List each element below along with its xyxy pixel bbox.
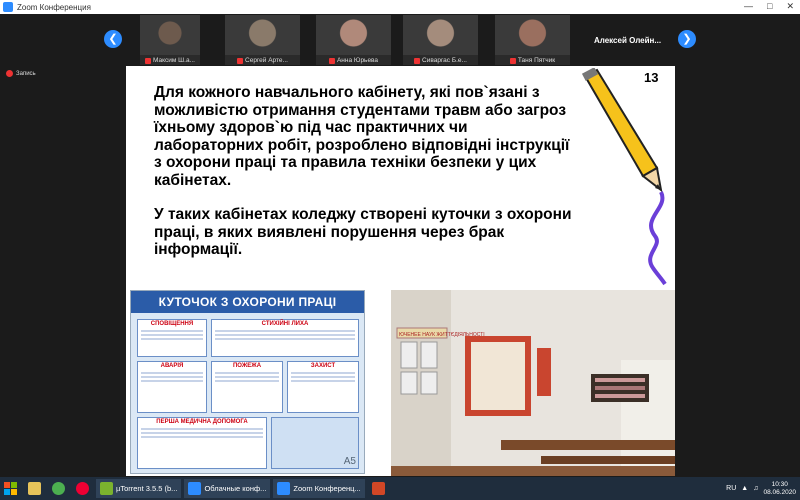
participant-tile[interactable]: Анна Юрьева [316,15,391,65]
quicklaunch-opera[interactable] [72,479,93,498]
network-icon[interactable]: ▲ [741,485,748,492]
participant-name: Сиваргас Б.е... [422,57,467,64]
slide-paragraph-1: Для кожного навчального кабінету, які по… [154,84,570,189]
utorrent-icon [100,482,113,495]
opera-icon [76,482,89,495]
quicklaunch-explorer[interactable] [24,479,45,498]
muted-mic-icon [328,57,335,64]
participant-name: Сергей Арте... [245,57,288,64]
volume-icon[interactable]: ♫ [753,485,758,492]
muted-mic-icon [509,57,516,64]
poster-section-title: АВАРІЯ [160,363,184,369]
participant-tile[interactable]: Максим Ш.а... [140,15,200,65]
participant-name: Максим Ш.а... [153,57,195,64]
windows-taskbar: µTorrent 3.5.5 (b... Облачные конф... Zo… [0,477,800,500]
poster-section-title: ПЕРША МЕДИЧНА ДОПОМОГА [156,419,248,425]
zoom-icon [188,482,202,495]
clock[interactable]: 10:30 08.06.2020 [763,481,796,497]
system-tray: RU ▲ ♫ 10:30 08.06.2020 [726,477,796,500]
windows-logo-icon [4,482,17,495]
participant-video [316,15,391,55]
participant-name: Таня Пятчик [517,57,556,64]
window-titlebar: Zoom Конференция — □ ✕ [0,0,800,14]
recording-label: Запись [16,70,36,77]
taskbar-app-2[interactable]: Zoom Конференц... [273,479,365,498]
poster-section-title: СТИХІЙНІ ЛИХА [261,321,309,327]
poster-section-title: СПОВІЩЕННЯ [150,321,194,327]
participant-tile[interactable]: Сергей Арте... [225,15,300,65]
shared-slide: 13 Для кожного навчального кабінету, які… [126,66,675,476]
classroom-photo: ЮЧЕНЕЕ НАУК ЖИТТЄДІЯЛЬНОСТІ [391,290,675,476]
participant-tile[interactable]: Сиваргас Б.е... [403,15,478,65]
window-title: Zoom Конференция [17,2,91,12]
pencil-illustration [581,68,667,286]
muted-mic-icon [414,57,421,64]
taskbar-ppt[interactable] [368,479,389,498]
taskbar-app-label: Облачные конф... [204,484,267,493]
active-speaker-tile[interactable]: Алексей Олейн... [585,15,670,65]
start-button[interactable] [0,479,21,498]
next-participants-button[interactable]: ❯ [678,30,696,48]
safety-corner-poster: КУТОЧОК З ОХОРОНИ ПРАЦІ СПОВІЩЕННЯ СТИХІ… [130,290,365,474]
taskbar-app-0[interactable]: µTorrent 3.5.5 (b... [96,479,182,498]
muted-mic-icon [145,57,151,64]
poster-section-title: ПОЖЕЖА [232,363,262,369]
clock-time: 10:30 [771,480,788,488]
folder-icon [28,482,41,495]
participant-video [225,15,300,55]
participant-video [140,15,200,55]
poster-section-title: ЗАХИСТ [310,363,336,369]
recording-indicator[interactable]: Запись [6,70,36,77]
close-button[interactable]: ✕ [786,1,794,12]
poster-title: КУТОЧОК З ОХОРОНИ ПРАЦІ [131,291,364,313]
participant-name: Анна Юрьева [336,57,379,64]
clock-date: 08.06.2020 [763,488,796,496]
language-indicator[interactable]: RU [726,485,736,492]
taskbar-app-label: µTorrent 3.5.5 (b... [116,484,178,493]
zoom-icon [277,482,291,495]
taskbar-app-1[interactable]: Облачные конф... [184,479,271,498]
minimize-button[interactable]: — [744,1,753,12]
zoom-app-icon [3,2,13,12]
active-speaker-name: Алексей Олейн... [593,35,662,45]
presentation-icon [371,482,385,495]
participant-video [403,15,478,55]
participant-video [495,15,570,55]
slide-paragraph-2: У таких кабінетах коледжу створені куточ… [154,206,572,258]
record-icon [6,70,13,77]
taskbar-app-label: Zoom Конференц... [293,484,361,493]
participant-tile[interactable]: Таня Пятчик [495,15,570,65]
chrome-icon [52,482,65,495]
poster-size-label: А5 [343,456,356,467]
maximize-button[interactable]: □ [767,1,772,12]
muted-mic-icon [237,57,244,64]
prev-participants-button[interactable]: ❮ [104,30,122,48]
quicklaunch-chrome[interactable] [48,479,69,498]
